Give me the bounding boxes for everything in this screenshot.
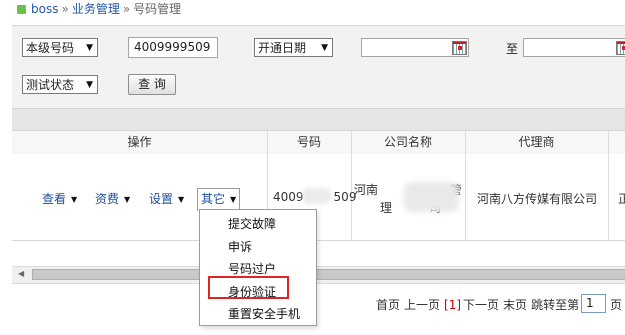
to-label: 至 [506,42,519,56]
column-divider [608,131,609,154]
number-part: 4009 [273,190,304,204]
breadcrumb-separator: » [122,2,131,16]
company-part: 河南 [354,183,379,197]
chevron-down-icon: ▼ [86,80,93,90]
end-date-input[interactable] [523,38,625,57]
other-dropdown[interactable]: 其它 ▼ [197,188,241,211]
fee-dropdown[interactable]: 资费 ▼ [95,190,130,207]
field-select[interactable]: 本级号码 ▼ [22,38,98,57]
test-status-select[interactable]: 测试状态 ▼ [22,75,98,94]
breadcrumb-section[interactable]: 业务管理 [72,2,120,16]
breadcrumb-separator: » [61,2,69,16]
company-part: 理 [380,201,393,215]
header-number: 号码 [296,135,321,149]
grid-toolbar [12,108,625,131]
table-header: 操作 号码 公司名称 代理商 [12,130,625,155]
first-page-link[interactable]: 首页 [376,298,400,312]
next-page-link[interactable]: 下一页 [463,298,499,312]
field-select-value: 本级号码 [26,41,75,55]
jump-label: 跳转至第 [531,298,580,312]
redaction-blur [303,188,331,204]
query-button[interactable]: 查 询 [128,74,176,95]
agent-cell: 河南八方传媒有限公司 [477,192,598,206]
header-operation: 操作 [127,135,152,149]
page-unit-label: 页 [610,298,623,312]
prev-page-link[interactable]: 上一页 [404,298,440,312]
scroll-left-icon[interactable]: ◀ [18,269,24,278]
chevron-down-icon: ▼ [124,195,131,204]
redaction-blur [404,182,459,212]
page-number-input[interactable]: 1 [581,294,606,313]
breadcrumb-icon [17,5,26,14]
horizontal-scrollbar[interactable]: ◀ [12,266,625,284]
number-input[interactable]: 4009999509 [128,37,218,58]
breadcrumb: boss» 业务管理» 号码管理 [31,1,181,18]
current-page: [1] [444,298,462,312]
column-divider [351,131,352,154]
column-divider [465,131,466,154]
scrollbar-thumb[interactable] [32,269,625,280]
test-status-select-value: 测试状态 [26,78,75,92]
date-type-select-value: 开通日期 [258,41,307,55]
menu-item-report-fault[interactable]: 提交故障 [228,215,276,232]
menu-item-appeal[interactable]: 申诉 [228,238,252,255]
breadcrumb-current: 号码管理 [133,2,182,16]
chevron-down-icon: ▼ [321,43,328,53]
start-date-input[interactable] [361,38,469,57]
date-type-select[interactable]: 开通日期 ▼ [254,38,333,57]
other-label: 其它 [201,192,226,206]
pagination: 首页 上一页 [1] 下一页 末页 跳转至第 [376,296,583,313]
header-agent: 代理商 [518,135,555,149]
chevron-down-icon: ▼ [71,195,78,204]
fee-label: 资费 [95,192,120,206]
settings-label: 设置 [149,192,174,206]
highlight-box [208,276,289,299]
view-dropdown[interactable]: 查看 ▼ [42,190,77,207]
view-label: 查看 [42,192,67,206]
chevron-down-icon: ▼ [86,43,93,53]
chevron-down-icon: ▼ [178,195,185,204]
chevron-down-icon: ▼ [230,195,237,204]
column-divider [608,154,609,240]
other-menu: 提交故障 申诉 号码过户 身份验证 重置安全手机 [199,209,317,326]
calendar-icon[interactable] [452,41,467,55]
status-cell: 正 [618,192,625,206]
column-divider [267,131,268,154]
breadcrumb-root[interactable]: boss [31,2,58,16]
number-input-value: 4009999509 [134,40,211,54]
settings-dropdown[interactable]: 设置 ▼ [149,190,184,207]
last-page-link[interactable]: 末页 [503,298,527,312]
calendar-icon[interactable] [616,41,625,55]
header-company: 公司名称 [383,135,432,149]
menu-item-transfer-number[interactable]: 号码过户 [228,260,276,277]
column-divider [465,154,466,240]
menu-item-reset-phone[interactable]: 重置安全手机 [228,305,300,322]
